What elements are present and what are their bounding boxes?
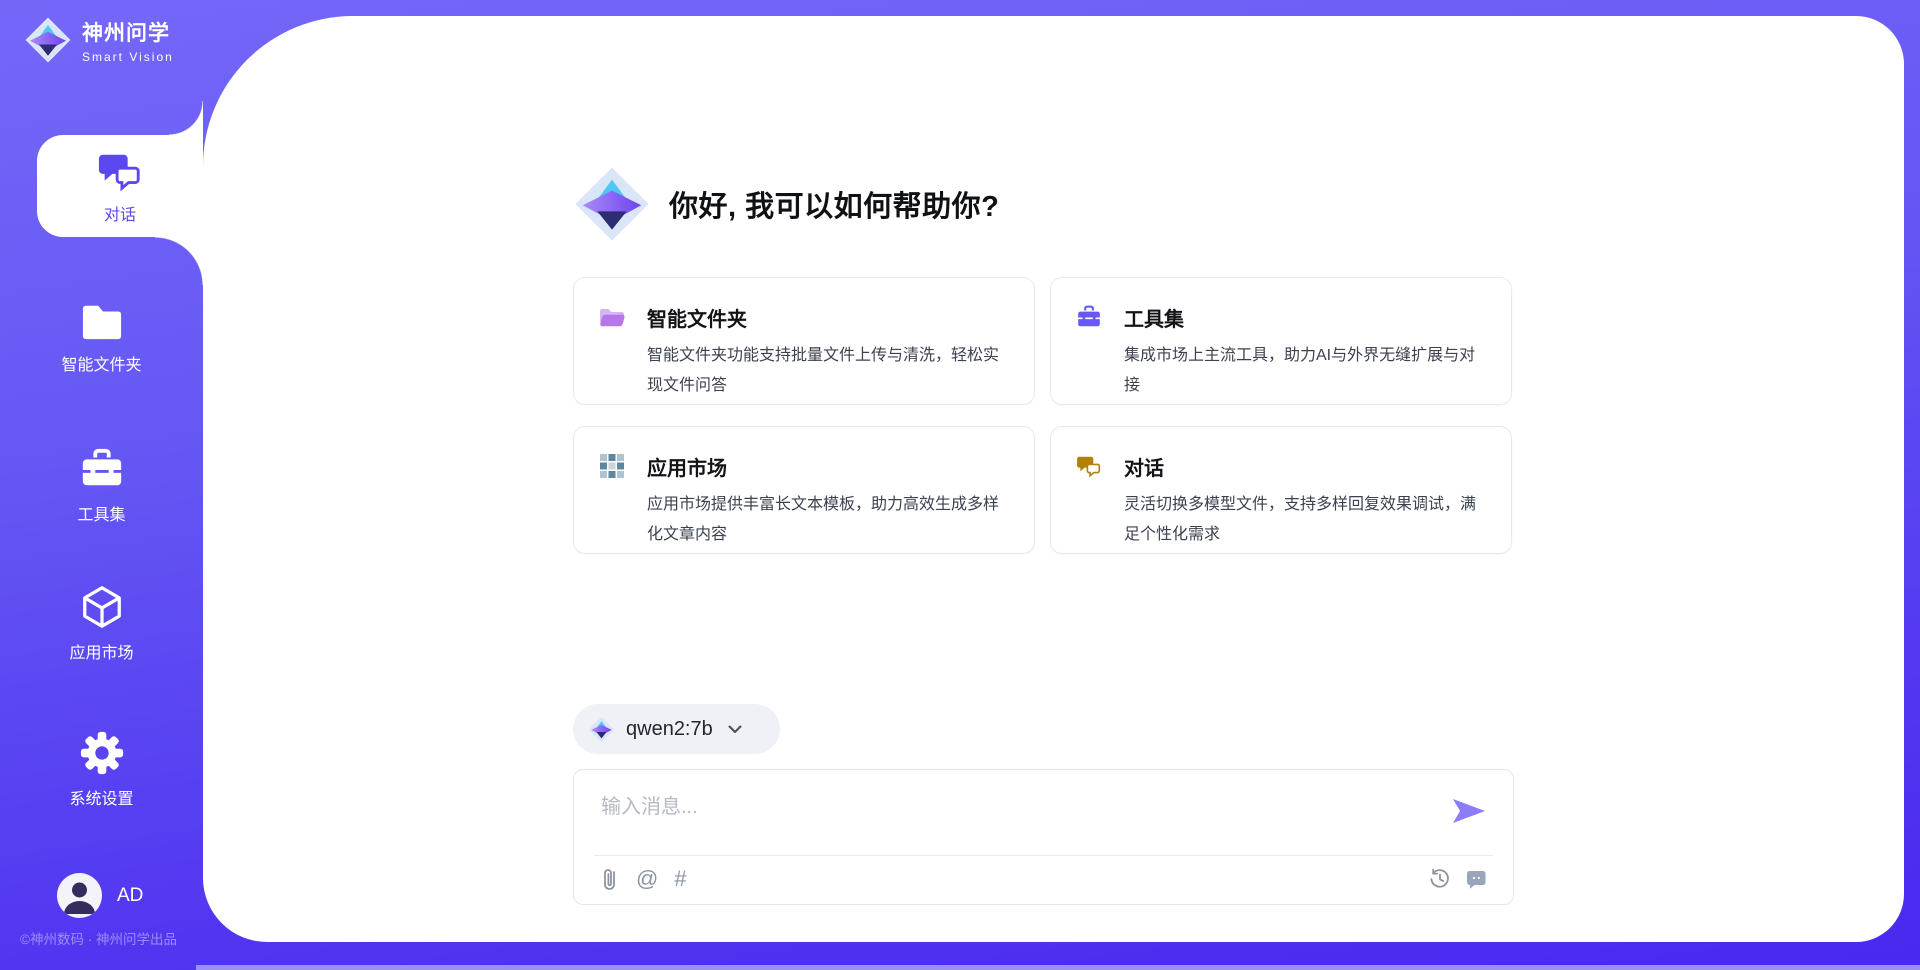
avatar[interactable] [57, 873, 102, 918]
feedback-bubble-icon[interactable] [1465, 868, 1487, 890]
card-smart-folder[interactable]: 智能文件夹 智能文件夹功能支持批量文件上传与清洗，轻松实现文件问答 [573, 277, 1035, 405]
sidebar-item-app-market[interactable]: 应用市场 [0, 584, 203, 663]
greeting: 你好, 我可以如何帮助你? [573, 165, 1514, 243]
model-selector[interactable]: qwen2:7b [573, 704, 780, 754]
card-title: 工具集 [1124, 303, 1483, 332]
card-title: 应用市场 [647, 452, 1006, 481]
grid-cube-icon [599, 453, 625, 479]
person-icon [57, 873, 102, 918]
card-description: 应用市场提供丰富长文本模板，助力高效生成多样化文章内容 [647, 490, 1006, 550]
sidebar-item-label: 系统设置 [69, 785, 133, 809]
card-description: 智能文件夹功能支持批量文件上传与清洗，轻松实现文件问答 [647, 341, 1006, 401]
card-chat[interactable]: 对话 灵活切换多模型文件，支持多样回复效果调试，满足个性化需求 [1050, 426, 1512, 554]
copyright-footer: ©神州数码 · 神州问学出品 [20, 928, 177, 948]
message-input[interactable] [601, 790, 1421, 848]
sidebar-item-settings[interactable]: 系统设置 [0, 730, 203, 809]
feature-cards: 智能文件夹 智能文件夹功能支持批量文件上传与清洗，轻松实现文件问答 工具集 集成… [573, 277, 1514, 554]
assistant-diamond-icon [573, 165, 651, 243]
main-panel: 你好, 我可以如何帮助你? 智能文件夹 智能文件夹功能支持批量文件上传与清洗，轻… [203, 16, 1904, 942]
cube-icon [79, 584, 125, 630]
message-composer: @ # [573, 769, 1514, 905]
chat-bubbles-icon [1076, 453, 1102, 479]
card-app-market[interactable]: 应用市场 应用市场提供丰富长文本模板，助力高效生成多样化文章内容 [573, 426, 1035, 554]
user-name: AD [117, 885, 143, 907]
open-folder-icon [599, 304, 625, 330]
bottom-edge-strip [196, 965, 1920, 970]
card-toolset[interactable]: 工具集 集成市场上主流工具，助力AI与外界无缝扩展与对接 [1050, 277, 1512, 405]
mention-icon[interactable]: @ [636, 868, 658, 890]
sidebar-item-label: 对话 [104, 201, 136, 225]
sidebar: 神州问学 Smart Vision 对话 智能文件夹 工具集 应用市场 [0, 0, 203, 970]
attach-file-icon[interactable] [600, 866, 620, 892]
brand-logo: 神州问学 Smart Vision [24, 16, 174, 64]
card-description: 集成市场上主流工具，助力AI与外界无缝扩展与对接 [1124, 341, 1483, 401]
chevron-down-icon [728, 725, 742, 734]
toolbox-icon [79, 446, 125, 492]
brand-name: 神州问学 [82, 17, 174, 47]
sidebar-item-label: 工具集 [77, 501, 125, 525]
gear-icon [79, 730, 125, 776]
model-diamond-icon [588, 716, 615, 743]
chat-bubbles-icon [97, 148, 143, 194]
hashtag-icon[interactable]: # [674, 868, 686, 890]
send-button[interactable] [1452, 798, 1486, 824]
folder-icon [79, 300, 125, 342]
composer-divider [594, 855, 1493, 856]
card-title: 对话 [1124, 452, 1483, 481]
history-icon[interactable] [1429, 868, 1451, 890]
model-name: qwen2:7b [626, 718, 713, 741]
toolbox-icon [1076, 304, 1102, 330]
user-account[interactable]: AD [57, 873, 143, 918]
sidebar-item-smart-folder[interactable]: 智能文件夹 [0, 300, 203, 375]
card-description: 灵活切换多模型文件，支持多样回复效果调试，满足个性化需求 [1124, 490, 1483, 550]
sidebar-item-toolset[interactable]: 工具集 [0, 446, 203, 525]
greeting-title: 你好, 我可以如何帮助你? [669, 183, 999, 225]
sidebar-item-chat[interactable]: 对话 [37, 135, 203, 237]
sidebar-item-label: 智能文件夹 [61, 351, 141, 375]
brand-diamond-icon [24, 16, 72, 64]
brand-subtitle: Smart Vision [82, 50, 174, 64]
sidebar-item-label: 应用市场 [69, 639, 133, 663]
card-title: 智能文件夹 [647, 303, 1006, 332]
send-arrow-icon [1452, 798, 1486, 824]
